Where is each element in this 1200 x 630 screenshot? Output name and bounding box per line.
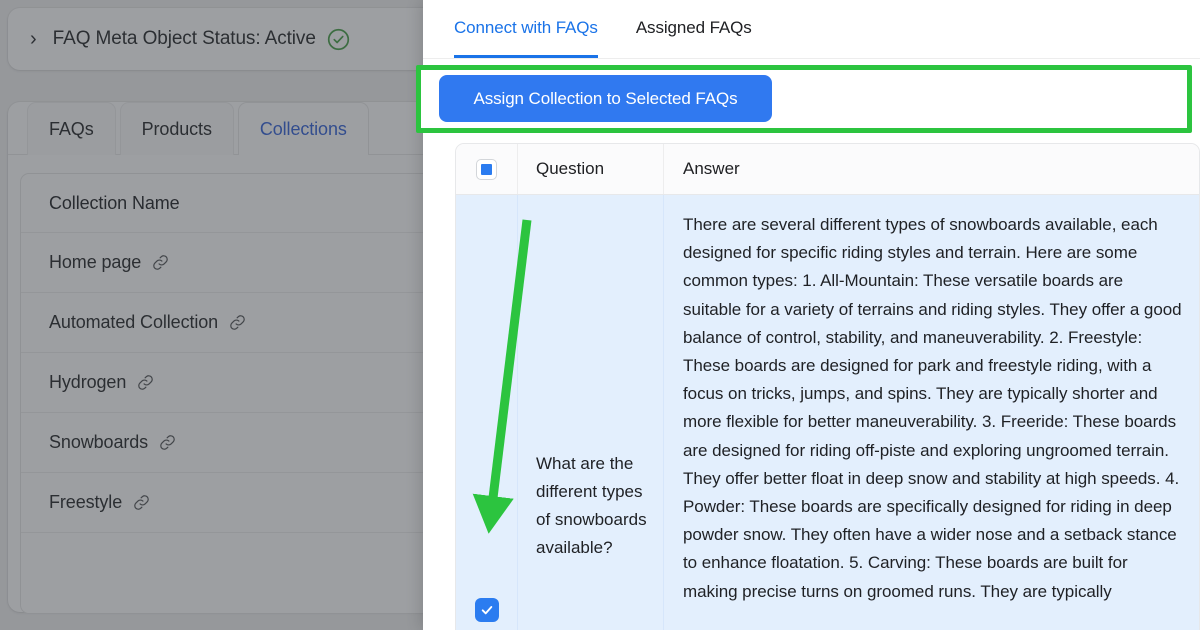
checkmark-icon — [481, 606, 492, 615]
tab-collections[interactable]: Collections — [237, 102, 369, 155]
modal-tab-bar: Connect with FAQs Assigned FAQs — [423, 0, 1200, 59]
collection-row[interactable]: Hydrogen — [21, 353, 430, 413]
faq-table-header: Question Answer — [456, 144, 1199, 195]
table-row[interactable]: What are the different types of snowboar… — [456, 195, 1199, 630]
collection-row[interactable]: Automated Collection — [21, 293, 430, 353]
tab-assigned-faqs[interactable]: Assigned FAQs — [636, 0, 752, 58]
collection-name: Hydrogen — [49, 372, 127, 392]
tab-connect-with-faqs[interactable]: Connect with FAQs — [454, 0, 598, 58]
collections-table: Collection Name Home page Automated Coll… — [20, 173, 430, 614]
faq-meta-object-status-bar[interactable]: › FAQ Meta Object Status: Active — [8, 8, 430, 70]
link-icon[interactable] — [133, 494, 150, 511]
collection-name: Freestyle — [49, 492, 123, 512]
collection-name: Snowboards — [49, 432, 149, 452]
collection-row[interactable]: Snowboards — [21, 413, 430, 473]
collection-row[interactable]: Home page — [21, 233, 430, 293]
column-header-question: Question — [518, 144, 664, 194]
collection-name-header: Collection Name — [21, 174, 430, 233]
tab-faqs[interactable]: FAQs — [27, 102, 116, 155]
background-app-content: › FAQ Meta Object Status: Active FAQs Pr… — [0, 0, 430, 630]
assign-collection-to-selected-faqs-button[interactable]: Assign Collection to Selected FAQs — [439, 75, 772, 122]
chevron-right-icon[interactable]: › — [30, 29, 37, 49]
select-all-checkbox[interactable] — [476, 158, 497, 180]
checkbox-indeterminate-mark — [481, 163, 492, 175]
collection-row[interactable]: Freestyle — [21, 473, 430, 533]
collections-table-footer — [21, 533, 430, 613]
status-label: FAQ Meta Object Status: Active — [52, 28, 316, 49]
faq-table: Question Answer What are the different t… — [455, 143, 1200, 630]
tab-products[interactable]: Products — [119, 102, 234, 155]
column-header-answer: Answer — [683, 159, 740, 178]
collection-name: Home page — [49, 252, 142, 272]
link-icon[interactable] — [229, 314, 246, 331]
faq-question: What are the different types of snowboar… — [518, 195, 664, 630]
link-icon[interactable] — [159, 434, 176, 451]
link-icon[interactable] — [152, 254, 169, 271]
collection-name: Automated Collection — [49, 312, 219, 332]
link-icon[interactable] — [137, 374, 154, 391]
collections-panel: FAQs Products Collections Collection Nam… — [8, 102, 430, 614]
faq-answer: There are several different types of sno… — [683, 215, 1182, 601]
row-checkbox[interactable] — [474, 598, 499, 622]
select-all-cell[interactable] — [456, 144, 518, 194]
background-tabs: FAQs Products Collections — [8, 102, 430, 155]
row-select-cell[interactable] — [456, 195, 518, 630]
check-circle-icon — [327, 28, 350, 51]
